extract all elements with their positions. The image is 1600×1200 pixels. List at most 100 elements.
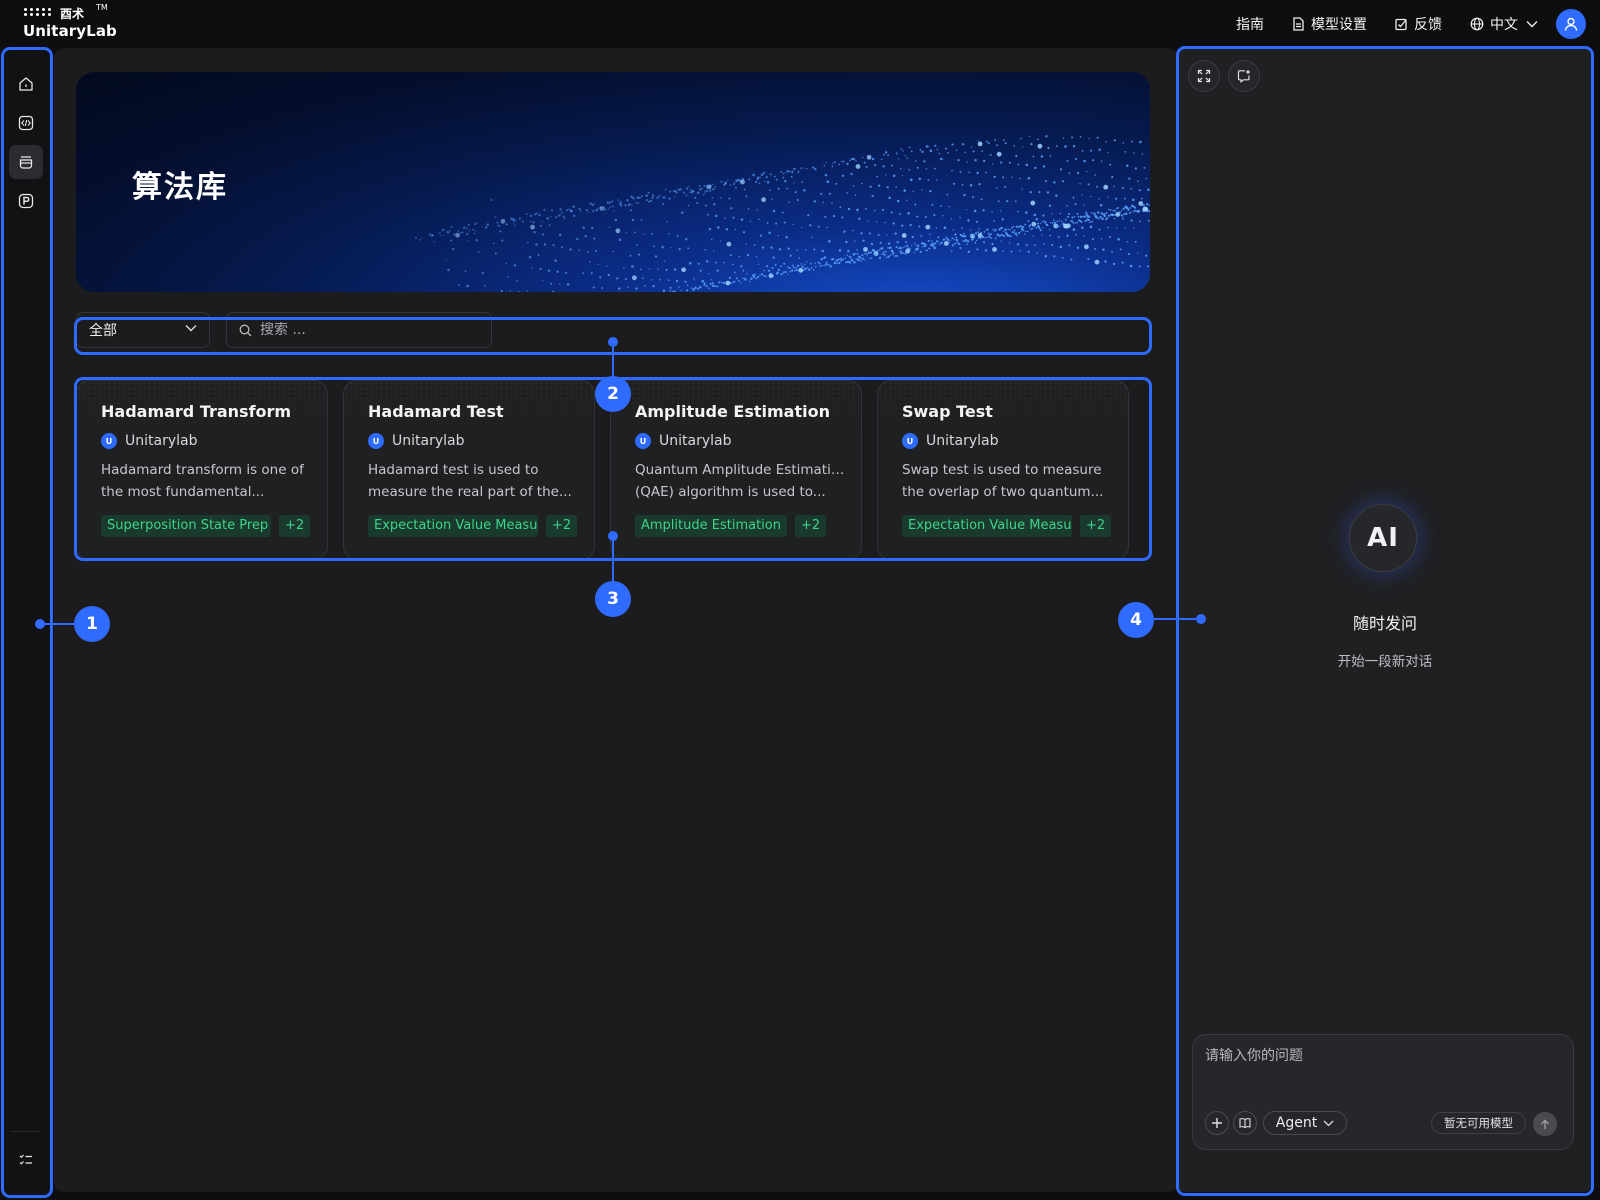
chevron-down-icon [185, 325, 197, 332]
card-title: Hadamard Transform [101, 402, 292, 421]
algorithm-card[interactable]: Hadamard Transform U Unitarylab Hadamard… [76, 380, 328, 560]
card-tags: Expectation Value Measu +2 [902, 515, 1112, 537]
author-logo-icon: U [368, 433, 384, 449]
globe-icon [1470, 17, 1484, 31]
book-icon [1239, 1118, 1251, 1129]
callout-line [44, 623, 76, 625]
library-icon [19, 156, 33, 169]
language-selector[interactable]: 中文 [1470, 14, 1538, 34]
callout-line [612, 346, 614, 376]
chat-input[interactable] [1205, 1045, 1561, 1095]
nav-feedback[interactable]: 反馈 [1395, 14, 1442, 34]
card-title: Hadamard Test [368, 402, 504, 421]
card-author: U Unitarylab [902, 433, 998, 449]
card-tag[interactable]: Expectation Value Measu [368, 515, 538, 537]
p-icon [18, 193, 34, 209]
card-tag-more[interactable]: +2 [1080, 515, 1112, 537]
sidebar-item-p[interactable] [9, 184, 43, 218]
card-author-name: Unitarylab [926, 433, 999, 449]
page-title: 算法库 [132, 170, 228, 205]
checkbox-edit-icon [1395, 18, 1407, 30]
sidebar-item-library[interactable] [9, 145, 43, 179]
card-tag[interactable]: Expectation Value Measu [902, 515, 1072, 537]
category-select[interactable]: 全部 [76, 312, 210, 348]
agent-mode-label: Agent [1275, 1115, 1318, 1131]
callout-marker-3: 3 [595, 581, 631, 617]
card-author: U Unitarylab [101, 433, 197, 449]
card-description: Quantum Amplitude Estimation (QAE) algor… [635, 459, 845, 503]
card-title: Swap Test [902, 402, 993, 421]
logo-trademark: TM [96, 3, 108, 12]
home-icon [19, 77, 33, 91]
expand-icon [1197, 69, 1211, 83]
user-avatar-button[interactable] [1556, 9, 1586, 39]
callout-line [612, 540, 614, 582]
card-description-line: Quantum Amplitude Estimation [635, 462, 845, 478]
agent-mode-select[interactable]: Agent [1263, 1111, 1347, 1135]
expand-button[interactable] [1188, 60, 1220, 92]
callout-marker-4: 4 [1118, 602, 1154, 638]
new-chat-button[interactable] [1228, 60, 1260, 92]
attach-button[interactable] [1205, 1111, 1229, 1135]
knowledge-base-button[interactable] [1233, 1111, 1257, 1135]
nav-guide[interactable]: 指南 [1236, 14, 1264, 34]
card-description-line: Swap test is used to measure [902, 462, 1102, 478]
card-tag-more[interactable]: +2 [279, 515, 311, 537]
user-icon [1564, 17, 1578, 31]
particle-wave-illustration [414, 135, 1150, 292]
sidebar-divider [12, 1131, 40, 1132]
card-tag[interactable]: Amplitude Estimation [635, 515, 787, 537]
chat-composer: Agent 暂无可用模型 [1192, 1034, 1574, 1150]
top-nav: 指南 模型设置 反馈 中文 [1208, 0, 1600, 48]
card-author-name: Unitarylab [125, 433, 198, 449]
logo-cn-text: 酉术 [60, 7, 85, 21]
task-list-icon [19, 1154, 32, 1165]
algorithm-card[interactable]: Swap Test U Unitarylab Swap test is used… [877, 380, 1129, 560]
plus-icon [1212, 1118, 1222, 1128]
app-logo[interactable]: 酉术 TM UnitaryLab [22, 3, 117, 43]
chevron-down-icon [1526, 21, 1538, 28]
card-description-line: Hadamard test is used to [368, 462, 539, 478]
main-panel: 算法库 全部 Hadamard Transform U Unitarylab H… [54, 48, 1178, 1192]
algorithm-card[interactable]: Amplitude Estimation U Unitarylab Quantu… [610, 380, 862, 560]
callout-anchor [1196, 614, 1206, 624]
sidebar-item-code[interactable] [9, 106, 43, 140]
card-description-line: the most fundamental... [101, 484, 265, 500]
logo-dots-icon [24, 8, 52, 16]
code-icon [18, 115, 34, 131]
card-tag[interactable]: Superposition State Prep [101, 515, 271, 537]
ai-empty-subtitle: 开始一段新对话 [1337, 654, 1433, 670]
callout-marker-1: 1 [74, 606, 110, 642]
send-button[interactable] [1533, 1112, 1557, 1136]
model-select[interactable]: 暂无可用模型 [1431, 1112, 1526, 1134]
nav-model-settings-label: 模型设置 [1311, 17, 1367, 33]
search-icon [239, 324, 252, 336]
sidebar-item-home[interactable] [9, 67, 43, 101]
ai-assistant-panel: AI 随时发问 开始一段新对话 Agent 暂无可用模型 [1178, 48, 1592, 1192]
ai-empty-title: 随时发问 [1352, 614, 1417, 633]
search-box[interactable] [226, 312, 492, 348]
algorithm-card[interactable]: Hadamard Test U Unitarylab Hadamard test… [343, 380, 595, 560]
nav-guide-label: 指南 [1236, 17, 1264, 33]
sidebar-item-tasks[interactable] [9, 1143, 43, 1177]
author-logo-icon: U [902, 433, 918, 449]
logo-name: UnitaryLab [23, 22, 117, 40]
card-description: Hadamard transform is one of the most fu… [101, 459, 311, 503]
callout-marker-2: 2 [595, 376, 631, 412]
search-input[interactable] [260, 322, 480, 338]
card-tag-more[interactable]: +2 [546, 515, 578, 537]
author-logo-icon: U [635, 433, 651, 449]
language-label: 中文 [1490, 17, 1518, 33]
chevron-down-icon [1323, 1120, 1334, 1126]
nav-feedback-label: 反馈 [1414, 17, 1442, 33]
card-tag-more[interactable]: +2 [794, 515, 827, 537]
card-author-name: Unitarylab [659, 433, 732, 449]
card-description-line: Hadamard transform is one of [101, 462, 304, 478]
hero-banner: 算法库 [76, 72, 1150, 292]
arrow-up-icon [1541, 1119, 1549, 1129]
callout-line [1152, 618, 1200, 620]
card-author: U Unitarylab [368, 433, 464, 449]
card-description: Hadamard test is used to measure the rea… [368, 459, 578, 503]
nav-model-settings[interactable]: 模型设置 [1292, 14, 1367, 34]
top-bar: 酉术 TM UnitaryLab 指南 模型设置 反馈 中文 [0, 0, 1600, 48]
